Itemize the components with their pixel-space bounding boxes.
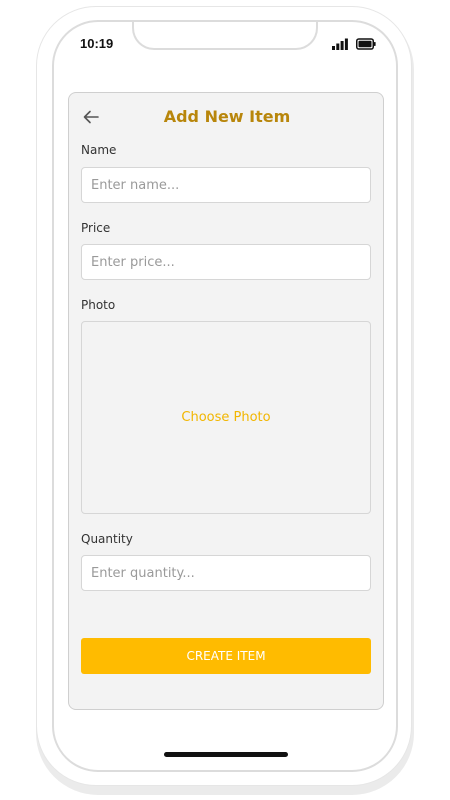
add-item-form-card: Add New Item Name Price Photo Choose Pho…	[68, 92, 384, 710]
name-label: Name	[81, 143, 117, 157]
price-input[interactable]	[81, 244, 371, 280]
battery-icon	[356, 38, 376, 50]
quantity-label: Quantity	[81, 532, 133, 546]
home-indicator	[164, 752, 288, 757]
phone-screen: 10:19 Add New Item Name Price Photo Choo…	[52, 20, 398, 772]
phone-notch	[132, 22, 318, 50]
status-time: 10:19	[80, 36, 114, 51]
choose-photo-link[interactable]: Choose Photo	[181, 410, 270, 425]
create-item-button[interactable]: CREATE ITEM	[81, 638, 371, 674]
price-label: Price	[81, 221, 111, 235]
name-input[interactable]	[81, 167, 371, 203]
screen: 10:19 Add New Item Name Price Photo Choo…	[0, 0, 450, 800]
page-title: Add New Item	[163, 107, 291, 126]
photo-picker[interactable]: Choose Photo	[81, 321, 371, 514]
quantity-input[interactable]	[81, 555, 371, 591]
signal-bars-icon	[332, 38, 348, 50]
photo-label: Photo	[81, 298, 116, 312]
